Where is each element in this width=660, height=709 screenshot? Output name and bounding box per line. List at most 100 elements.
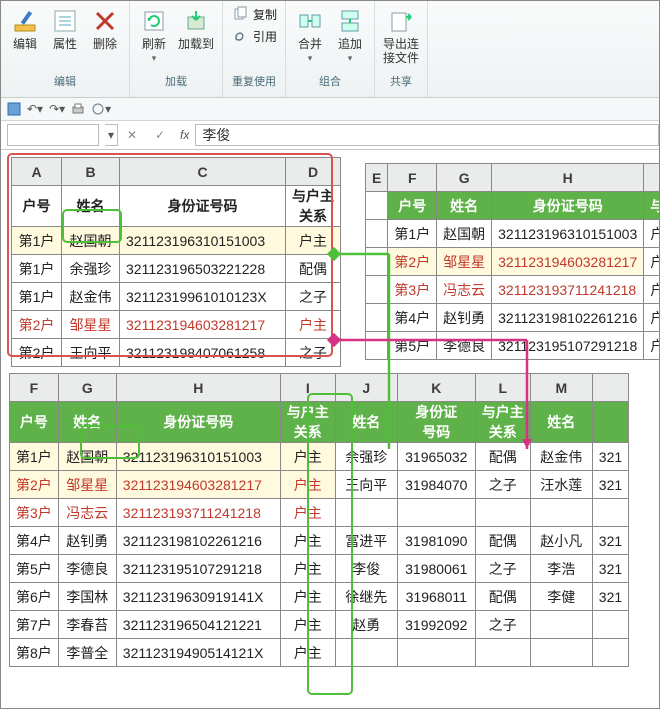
cell[interactable]: 李德良 — [58, 555, 116, 583]
cell[interactable]: 32112319630919141X — [116, 583, 280, 611]
cell[interactable]: 赵国朝 — [62, 227, 120, 255]
cell[interactable] — [592, 611, 628, 639]
col-letter[interactable]: K — [397, 374, 475, 402]
cell[interactable]: 配偶 — [475, 443, 530, 471]
cell[interactable]: 第8户 — [10, 639, 59, 667]
cell[interactable]: 第7户 — [10, 611, 59, 639]
cell[interactable]: 户主 — [280, 443, 335, 471]
cell[interactable]: 赵金伟 — [62, 283, 120, 311]
cell[interactable]: 321123194603281217 — [116, 471, 280, 499]
copy-button[interactable]: 复制 — [227, 3, 281, 25]
cell[interactable]: 321123198407061258 — [120, 339, 286, 367]
cell[interactable]: 户主 — [286, 311, 341, 339]
cell[interactable]: 321123198102261216 — [492, 304, 644, 332]
cite-button[interactable]: 引用 — [227, 25, 281, 47]
cell[interactable]: 321123196310151003 — [116, 443, 280, 471]
cell[interactable]: 321 — [592, 471, 628, 499]
table-row[interactable]: 第6户李国林32112319630919141X户主徐继先31968011配偶李… — [10, 583, 629, 611]
cell[interactable] — [475, 639, 530, 667]
table-row[interactable]: 第1户赵国朝321123196310151003户 — [366, 220, 660, 248]
cell[interactable] — [592, 639, 628, 667]
col-letter[interactable]: M — [530, 374, 592, 402]
table-row[interactable]: 第4户赵钊勇321123198102261216户 — [366, 304, 660, 332]
cell[interactable]: 321123195107291218 — [116, 555, 280, 583]
cell[interactable]: 赵金伟 — [530, 443, 592, 471]
cell[interactable]: 第1户 — [12, 255, 62, 283]
cell[interactable]: 31984070 — [397, 471, 475, 499]
cell[interactable]: 李春苔 — [58, 611, 116, 639]
col-letter[interactable]: C — [120, 158, 286, 186]
table-row[interactable]: 第3户冯志云321123193711241218户 — [366, 276, 660, 304]
cell[interactable]: 第2户 — [10, 471, 59, 499]
cell[interactable]: 第4户 — [10, 527, 59, 555]
cell[interactable]: 户 — [644, 220, 659, 248]
table-row[interactable]: 第2户邹星星321123194603281217户主王向平31984070之子汪… — [10, 471, 629, 499]
cell[interactable]: 之子 — [475, 555, 530, 583]
cell[interactable]: 户主 — [280, 499, 335, 527]
cell[interactable] — [397, 639, 475, 667]
col-letter[interactable]: H — [492, 164, 644, 192]
cell[interactable]: 赵钊勇 — [437, 304, 492, 332]
cell[interactable]: 户 — [644, 304, 659, 332]
cell[interactable]: 户主 — [286, 227, 341, 255]
cell[interactable]: 321123196504121221 — [116, 611, 280, 639]
table-row[interactable]: 第1户赵国朝321123196310151003户主余强珍31965032配偶赵… — [10, 443, 629, 471]
qat-save-icon[interactable] — [7, 102, 21, 116]
qat-print-icon[interactable] — [71, 102, 85, 116]
col-letter[interactable]: B — [62, 158, 120, 186]
name-box[interactable] — [7, 124, 99, 146]
cell[interactable]: 31968011 — [397, 583, 475, 611]
cell[interactable]: 配偶 — [475, 527, 530, 555]
col-letter[interactable] — [644, 164, 659, 192]
cell[interactable]: 321123194603281217 — [492, 248, 644, 276]
cell[interactable]: 之子 — [286, 283, 341, 311]
cell[interactable]: 第3户 — [10, 499, 59, 527]
cell[interactable]: 赵国朝 — [58, 443, 116, 471]
cell[interactable]: 李普全 — [58, 639, 116, 667]
loadto-button[interactable]: 加载到 — [174, 3, 218, 71]
cell[interactable]: 32112319490514121X — [116, 639, 280, 667]
cell[interactable]: 31981090 — [397, 527, 475, 555]
cell[interactable] — [530, 499, 592, 527]
cell[interactable]: 赵小凡 — [530, 527, 592, 555]
cell[interactable]: 李健 — [530, 583, 592, 611]
cell[interactable] — [397, 499, 475, 527]
cell[interactable]: 王向平 — [335, 471, 397, 499]
col-letter[interactable] — [592, 374, 628, 402]
cell[interactable]: 邹星星 — [62, 311, 120, 339]
merge-button[interactable]: 合并 ▾ — [290, 3, 330, 71]
cell[interactable]: 321 — [592, 527, 628, 555]
cell[interactable]: 冯志云 — [58, 499, 116, 527]
cell[interactable]: 配偶 — [475, 583, 530, 611]
cell[interactable]: 邹星星 — [437, 248, 492, 276]
cell[interactable]: 富进平 — [335, 527, 397, 555]
cell[interactable]: 第1户 — [12, 227, 62, 255]
col-letter[interactable]: G — [437, 164, 492, 192]
cell[interactable]: 31992092 — [397, 611, 475, 639]
cell[interactable]: 邹星星 — [58, 471, 116, 499]
col-letter[interactable]: L — [475, 374, 530, 402]
col-letter[interactable]: I — [280, 374, 335, 402]
cell[interactable]: 户主 — [280, 471, 335, 499]
cell[interactable]: 之子 — [475, 471, 530, 499]
worksheet[interactable]: ABCD户号姓名身份证号码与户主关系第1户赵国朝3211231963101510… — [1, 149, 659, 708]
cell[interactable]: 第5户 — [10, 555, 59, 583]
formula-cancel-icon[interactable]: ✕ — [118, 128, 146, 142]
cell[interactable]: 户主 — [280, 527, 335, 555]
cell[interactable]: 之子 — [475, 611, 530, 639]
col-letter[interactable]: A — [12, 158, 62, 186]
cell[interactable]: 徐继先 — [335, 583, 397, 611]
cell[interactable]: 31965032 — [397, 443, 475, 471]
qat-touch-icon[interactable]: ▾ — [91, 102, 111, 116]
cell[interactable]: 户 — [644, 332, 659, 360]
cell[interactable]: 余强珍 — [335, 443, 397, 471]
cell[interactable]: 之子 — [286, 339, 341, 367]
table-row[interactable]: 第3户冯志云321123193711241218户主 — [10, 499, 629, 527]
cell[interactable]: 第2户 — [12, 339, 62, 367]
cell[interactable] — [335, 639, 397, 667]
qat-redo-icon[interactable]: ↷▾ — [49, 102, 65, 116]
col-letter[interactable]: D — [286, 158, 341, 186]
table-row[interactable]: 第2户邹星星321123194603281217户主 — [12, 311, 341, 339]
cell[interactable]: 李德良 — [437, 332, 492, 360]
cell[interactable]: 第2户 — [388, 248, 437, 276]
